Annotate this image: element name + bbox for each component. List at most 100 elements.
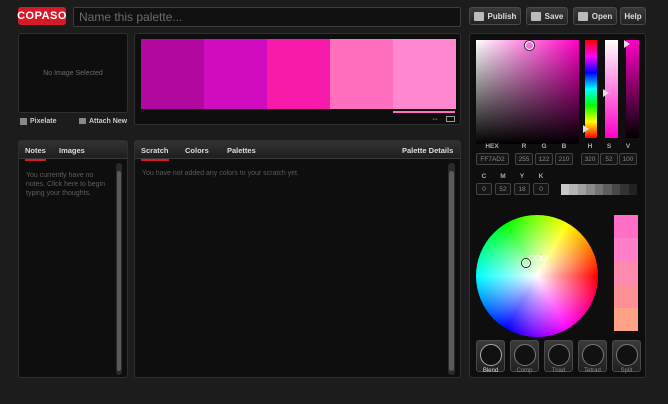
- fullscreen-icon[interactable]: [446, 116, 455, 122]
- wheel-handle-4[interactable]: [541, 255, 547, 261]
- wheel-handle-primary[interactable]: [522, 259, 530, 267]
- open-button[interactable]: Open: [573, 7, 617, 25]
- notes-scroll-thumb[interactable]: [117, 171, 121, 371]
- save-button[interactable]: Save: [526, 7, 568, 25]
- m-input[interactable]: 52: [495, 183, 511, 195]
- gray-swatch[interactable]: [620, 184, 629, 195]
- palette-panel: ⇔: [134, 33, 461, 125]
- palette-swatch[interactable]: [204, 39, 267, 109]
- publish-button[interactable]: Publish: [469, 7, 521, 25]
- gray-swatch[interactable]: [594, 184, 604, 195]
- k-label: K: [538, 173, 544, 180]
- value-slider[interactable]: [624, 40, 639, 138]
- tab-notes[interactable]: Notes: [25, 146, 46, 161]
- tab-scratch[interactable]: Scratch: [141, 146, 169, 161]
- gray-swatch[interactable]: [569, 184, 578, 195]
- attach-icon: [79, 118, 86, 124]
- palette-swatch[interactable]: [267, 39, 330, 109]
- help-button[interactable]: Help: [620, 7, 646, 25]
- triad-label: Triad: [551, 368, 566, 374]
- notes-panel: Notes Images You currently have no notes…: [18, 140, 128, 378]
- grayscale-swatches: [561, 184, 637, 195]
- color-picker-panel: HEX R G B H S V FF7AD2 255 122 210 320 5…: [469, 33, 646, 378]
- scratch-scrollbar[interactable]: [448, 163, 455, 375]
- split-button[interactable]: Split: [612, 340, 641, 374]
- palette-swatch[interactable]: [330, 39, 393, 109]
- b-input[interactable]: 210: [555, 153, 573, 165]
- h-input[interactable]: 320: [581, 153, 599, 165]
- triad-button[interactable]: Triad: [544, 340, 573, 374]
- scratch-panel: Scratch Colors Palettes Palette Details …: [134, 140, 461, 378]
- palette-name-input[interactable]: [73, 7, 461, 27]
- m-label: M: [500, 173, 506, 180]
- hex-label: HEX: [485, 143, 499, 150]
- comp-button[interactable]: Comp: [510, 340, 539, 374]
- save-label: Save: [544, 11, 564, 21]
- hue-slider-handle[interactable]: [583, 125, 589, 133]
- gray-swatch[interactable]: [586, 184, 595, 195]
- notes-scrollbar[interactable]: [116, 163, 122, 375]
- y-input[interactable]: 18: [514, 183, 530, 195]
- harmony-swatch[interactable]: [614, 215, 638, 239]
- pixelate-button[interactable]: Pixelate: [20, 116, 56, 126]
- harmony-swatches[interactable]: [614, 215, 638, 332]
- notes-tabbar: Notes Images: [19, 141, 127, 161]
- gray-swatch[interactable]: [561, 184, 570, 195]
- comp-label: Comp: [516, 368, 533, 374]
- palette-swatches: [141, 39, 456, 109]
- tetrad-icon: [581, 344, 604, 366]
- r-label: R: [521, 143, 527, 150]
- tab-palettes[interactable]: Palettes: [227, 146, 256, 155]
- v-label: V: [625, 143, 631, 150]
- k-input[interactable]: 0: [533, 183, 549, 195]
- tab-images[interactable]: Images: [59, 146, 85, 155]
- gray-swatch[interactable]: [577, 184, 587, 195]
- harmony-swatch[interactable]: [614, 284, 638, 308]
- color-wheel[interactable]: [476, 215, 598, 337]
- s-input[interactable]: 52: [600, 153, 618, 165]
- value-slider-handle[interactable]: [624, 40, 630, 48]
- g-input[interactable]: 122: [535, 153, 553, 165]
- v-input[interactable]: 100: [619, 153, 637, 165]
- b-label: B: [561, 143, 567, 150]
- tetrad-button[interactable]: Tetrad: [578, 340, 607, 374]
- gray-swatch[interactable]: [611, 184, 621, 195]
- saturation-value-field[interactable]: [476, 40, 579, 144]
- c-label: C: [481, 173, 487, 180]
- palette-details-link[interactable]: Palette Details: [402, 146, 453, 155]
- scratch-scroll-thumb[interactable]: [449, 171, 454, 371]
- y-label: Y: [519, 173, 525, 180]
- harmony-swatch[interactable]: [614, 238, 638, 262]
- blend-button[interactable]: Blend: [476, 340, 505, 374]
- pixelate-icon: [20, 117, 27, 125]
- hex-input[interactable]: FF7AD2: [476, 153, 509, 165]
- tab-colors[interactable]: Colors: [185, 146, 209, 155]
- open-icon: [577, 11, 588, 21]
- harmony-swatch[interactable]: [614, 307, 638, 332]
- c-input[interactable]: 0: [476, 183, 492, 195]
- expand-arrows-icon[interactable]: ⇔: [431, 115, 439, 123]
- palette-swatch[interactable]: [393, 39, 456, 109]
- s-label: S: [606, 143, 612, 150]
- attach-new-label: Attach New: [89, 117, 128, 125]
- pixelate-label: Pixelate: [30, 117, 57, 125]
- attach-new-button[interactable]: Attach New: [79, 116, 127, 126]
- palette-swatch[interactable]: [141, 39, 204, 109]
- notes-empty-text[interactable]: You currently have no notes. Click here …: [26, 171, 114, 198]
- hue-slider[interactable]: [583, 40, 597, 138]
- tetrad-label: Tetrad: [584, 368, 601, 374]
- publish-icon: [473, 11, 484, 21]
- gray-swatch[interactable]: [603, 184, 612, 195]
- saturation-slider[interactable]: [603, 40, 618, 138]
- open-label: Open: [591, 11, 613, 21]
- gray-swatch[interactable]: [628, 184, 637, 195]
- scratch-tabbar: Scratch Colors Palettes Palette Details: [135, 141, 460, 161]
- palette-scrollbar[interactable]: [393, 111, 455, 113]
- image-panel[interactable]: No Image Selected: [18, 33, 128, 113]
- harmony-swatch[interactable]: [614, 261, 638, 285]
- g-label: G: [541, 143, 547, 150]
- blend-icon: [479, 344, 502, 366]
- saturation-slider-handle[interactable]: [603, 89, 609, 97]
- r-input[interactable]: 255: [515, 153, 533, 165]
- sv-picker-handle[interactable]: [525, 41, 534, 50]
